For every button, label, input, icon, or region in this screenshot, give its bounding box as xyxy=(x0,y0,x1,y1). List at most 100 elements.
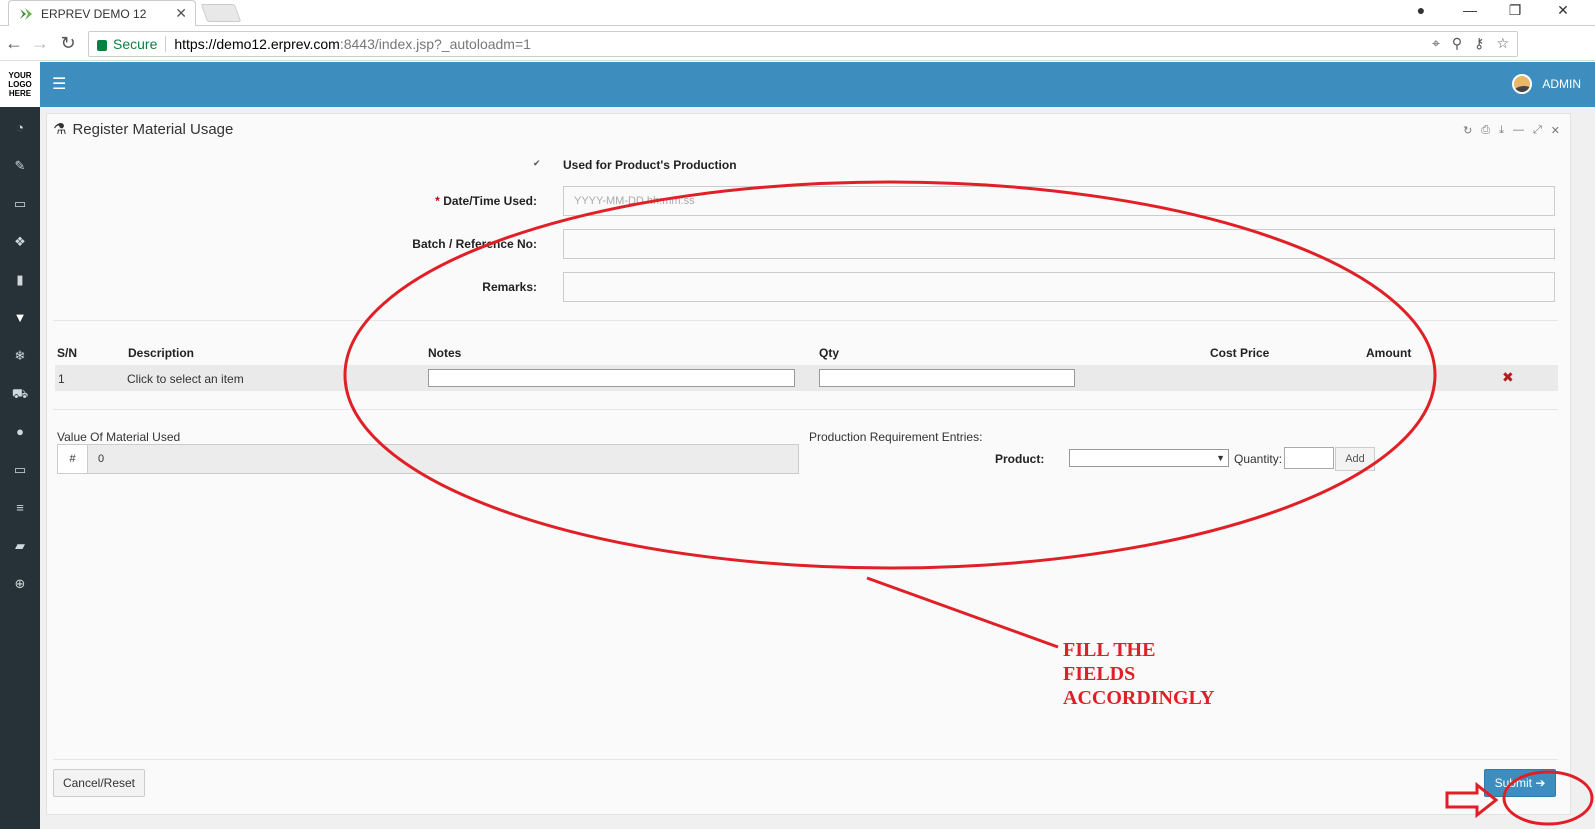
bookmark-star-icon[interactable]: ☆ xyxy=(1496,35,1509,52)
annotation-line: FILL THE xyxy=(1063,639,1156,661)
add-button[interactable]: Add xyxy=(1335,447,1375,471)
batch-reference-label: Batch / Reference No: xyxy=(412,237,537,251)
location-icon[interactable]: ⌖ xyxy=(1432,35,1440,52)
date-time-input[interactable]: YYYY-MM-DD hh:mm:ss xyxy=(563,186,1555,216)
logo-line: LOGO xyxy=(8,80,32,89)
tab-title: ERPREV DEMO 12 xyxy=(41,6,147,21)
row-sn: 1 xyxy=(58,372,65,386)
main-content: ⚗ Register Material Usage ↻ ⎙ ⤓ — ⤢ ✕ ✔ … xyxy=(40,107,1595,829)
submit-button[interactable]: Submit ➔ xyxy=(1484,769,1556,797)
product-select[interactable]: ▼ xyxy=(1069,449,1229,467)
value-of-material-label: Value Of Material Used xyxy=(57,430,181,444)
cancel-reset-button[interactable]: Cancel/Reset xyxy=(53,769,145,797)
submit-label: Submit xyxy=(1494,776,1532,790)
table-row xyxy=(55,365,1558,391)
panel-title: ⚗ Register Material Usage xyxy=(53,120,234,139)
browser-toolbar: ← → ↻ Secure https://demo12.erprev.com :… xyxy=(0,27,1595,78)
column-header-amount: Amount xyxy=(1366,346,1412,360)
register-material-usage-panel: ⚗ Register Material Usage ↻ ⎙ ⤓ — ⤢ ✕ ✔ … xyxy=(46,113,1571,815)
column-header-description: Description xyxy=(128,346,195,360)
arrow-circle-right-icon: ➔ xyxy=(1535,776,1546,790)
currency-prefix: # xyxy=(58,445,88,473)
required-mark: * xyxy=(435,194,440,208)
refresh-icon[interactable]: ↻ xyxy=(1463,124,1472,137)
used-for-production-checkbox[interactable]: ✔ xyxy=(533,158,543,168)
browser-tabbar: ERPREV DEMO 12 ✕ ● — ❐ ✕ xyxy=(0,0,1595,26)
print-icon[interactable]: ⎙ xyxy=(1481,124,1490,137)
monitor-icon[interactable]: ▭ xyxy=(10,460,30,480)
new-tab-button[interactable] xyxy=(200,4,242,22)
address-bar[interactable]: Secure https://demo12.erprev.com :8443/i… xyxy=(88,31,1518,57)
user-menu[interactable]: ADMIN xyxy=(1512,74,1581,94)
column-header-cost-price: Cost Price xyxy=(1210,346,1270,360)
tag-icon[interactable]: ✎ xyxy=(10,156,30,176)
flask-icon: ⚗ xyxy=(53,121,67,138)
browser-tab[interactable]: ERPREV DEMO 12 ✕ xyxy=(8,0,196,26)
production-requirement-label: Production Requirement Entries: xyxy=(809,430,983,444)
snowflake-icon[interactable]: ❄ xyxy=(10,346,30,366)
minimize-window-icon[interactable]: — xyxy=(1460,2,1480,18)
hamburger-menu-icon[interactable]: ☰ xyxy=(52,74,66,94)
footer-divider xyxy=(53,759,1558,760)
close-window-icon[interactable]: ✕ xyxy=(1553,2,1573,19)
app-header: YOUR LOGO HERE ☰ ADMIN xyxy=(0,62,1595,107)
batch-reference-input[interactable] xyxy=(563,229,1555,259)
download-icon[interactable]: ⤓ xyxy=(1499,124,1504,137)
database-icon[interactable]: ≡ xyxy=(10,498,30,518)
production-quantity-input[interactable] xyxy=(1284,447,1334,469)
restore-window-icon[interactable]: ❐ xyxy=(1505,2,1525,19)
quantity-label: Quantity: xyxy=(1234,452,1283,466)
dropdown-arrow-icon: ▼ xyxy=(1216,453,1225,463)
column-header-qty: Qty xyxy=(819,346,840,360)
cart-icon[interactable]: ⛟ xyxy=(10,384,30,404)
erprev-favicon-icon xyxy=(20,7,32,20)
company-logo: YOUR LOGO HERE xyxy=(0,62,40,107)
key-icon[interactable]: ⚷ xyxy=(1474,35,1484,52)
logo-line: HERE xyxy=(8,89,32,98)
column-header-sn: S/N xyxy=(57,346,78,360)
logo-line: YOUR xyxy=(8,71,32,80)
secure-label: Secure xyxy=(113,36,167,52)
url-path: :8443/index.jsp?_autoloadm=1 xyxy=(339,36,531,52)
used-for-production-label: Used for Product's Production xyxy=(563,158,737,172)
lock-icon xyxy=(97,39,107,51)
annotation-line: FIELDS xyxy=(1063,663,1136,685)
qty-input[interactable] xyxy=(819,369,1075,387)
circle-icon[interactable]: ● xyxy=(10,422,30,442)
cubes-icon[interactable]: ❖ xyxy=(10,232,30,252)
book-icon[interactable]: ▰ xyxy=(10,536,30,556)
forward-icon[interactable]: → xyxy=(30,33,50,54)
flask-icon[interactable]: ▼ xyxy=(10,308,30,328)
value-of-material-value: 0 xyxy=(98,453,105,465)
date-time-label: * Date/Time Used: xyxy=(337,194,537,208)
back-icon[interactable]: ← xyxy=(4,33,24,54)
omnibox-icons: ⌖ ⚲ ⚷ ☆ xyxy=(1432,35,1509,52)
minimize-icon[interactable]: — xyxy=(1513,124,1524,137)
column-header-notes: Notes xyxy=(428,346,462,360)
divider xyxy=(53,409,1558,410)
remarks-textarea[interactable] xyxy=(563,272,1555,302)
annotation-text: FILL THE FIELDS ACCORDINGLY xyxy=(1063,638,1215,710)
annotation-line: ACCORDINGLY xyxy=(1063,687,1215,709)
dashboard-icon[interactable]: ◔ xyxy=(10,118,30,138)
zoom-icon[interactable]: ⚲ xyxy=(1452,35,1462,52)
notes-input[interactable] xyxy=(428,369,795,387)
lifebuoy-icon[interactable]: ⊕ xyxy=(10,574,30,594)
profile-icon[interactable]: ● xyxy=(1411,2,1431,18)
divider xyxy=(53,320,1558,321)
delete-row-icon[interactable]: ✖ xyxy=(1502,369,1514,386)
user-name: ADMIN xyxy=(1542,77,1581,91)
value-of-material-field: # 0 xyxy=(57,444,799,474)
product-label: Product: xyxy=(995,452,1045,466)
expand-icon[interactable]: ⤢ xyxy=(1533,124,1542,137)
select-item-cell[interactable]: Click to select an item xyxy=(127,372,244,386)
reload-icon[interactable]: ↻ xyxy=(58,33,78,54)
money-icon[interactable]: ▭ xyxy=(10,194,30,214)
date-time-label-text: Date/Time Used: xyxy=(443,194,537,208)
building-icon[interactable]: ▮ xyxy=(10,270,30,290)
tab-close-icon[interactable]: ✕ xyxy=(175,5,187,22)
close-icon[interactable]: ✕ xyxy=(1551,124,1560,137)
url-host: https://demo12.erprev.com xyxy=(174,36,340,52)
panel-title-text: Register Material Usage xyxy=(72,120,234,138)
panel-tools: ↻ ⎙ ⤓ — ⤢ ✕ xyxy=(1463,124,1560,137)
